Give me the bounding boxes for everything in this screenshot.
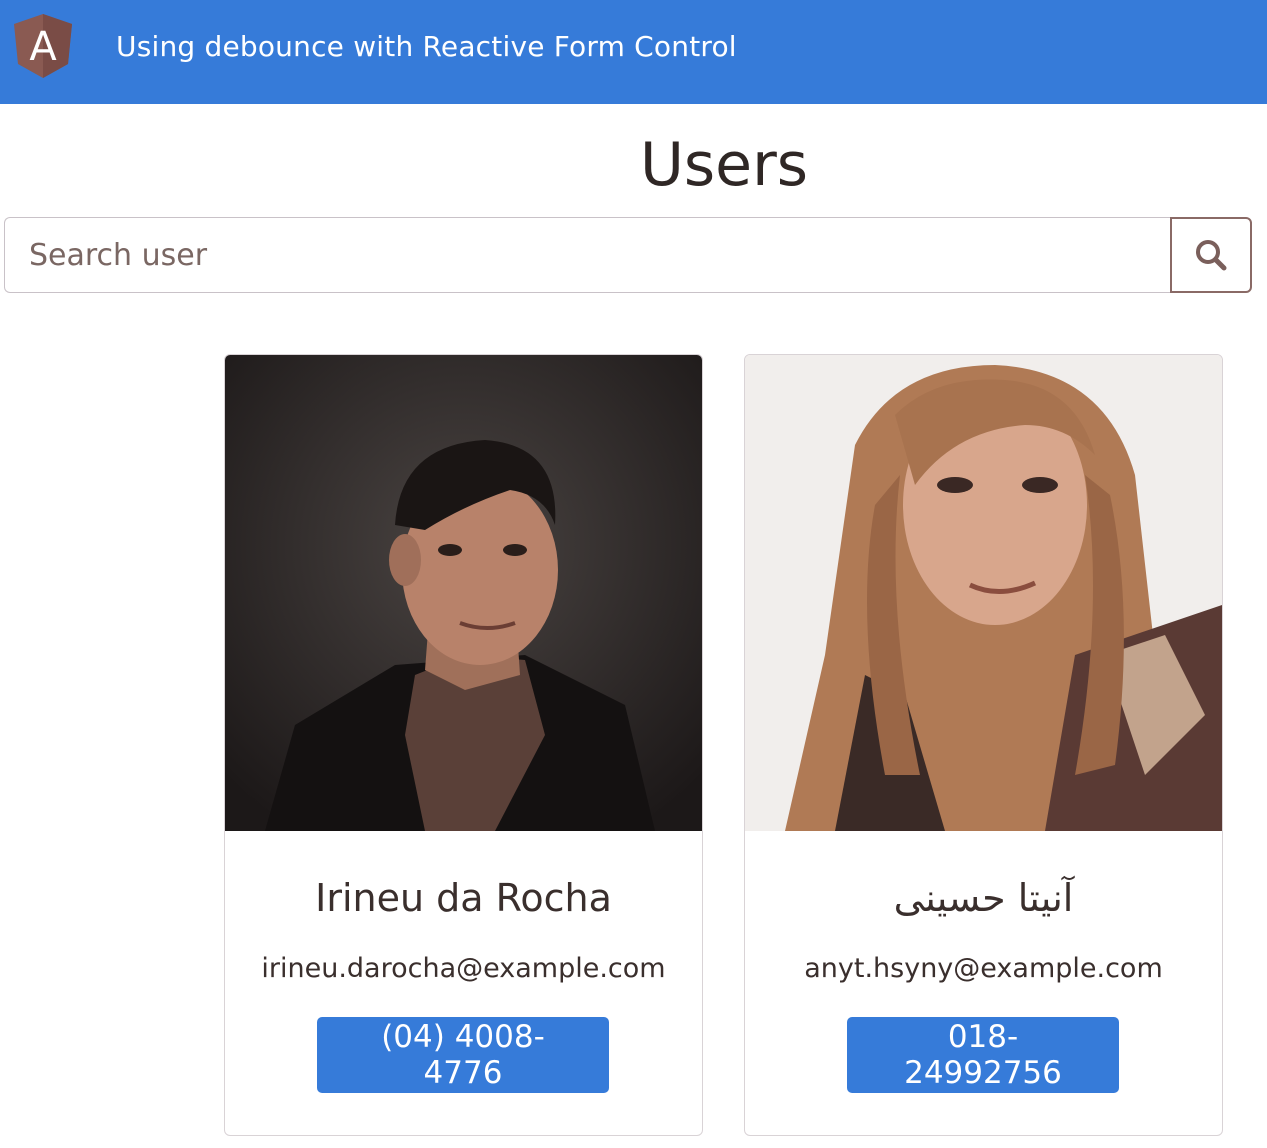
user-name: Irineu da Rocha bbox=[315, 876, 612, 920]
angular-logo-icon[interactable]: A bbox=[12, 12, 74, 80]
search-input[interactable] bbox=[4, 217, 1170, 293]
user-photo bbox=[745, 355, 1222, 831]
search-button[interactable] bbox=[1170, 217, 1252, 293]
user-card: Irineu da Rocha irineu.darocha@example.c… bbox=[224, 354, 703, 1136]
page-title: Users bbox=[639, 130, 809, 200]
user-email[interactable]: irineu.darocha@example.com bbox=[225, 951, 702, 987]
user-card: آنیتا حسینی anyt.hsyny@example.com 018-2… bbox=[744, 354, 1223, 1136]
card-body: Irineu da Rocha irineu.darocha@example.c… bbox=[225, 831, 702, 1135]
phone-button[interactable]: 018-24992756 bbox=[847, 1017, 1119, 1093]
user-photo bbox=[225, 355, 702, 831]
app-title: Using debounce with Reactive Form Contro… bbox=[116, 30, 737, 63]
search-group bbox=[4, 217, 1252, 293]
top-navbar: A Using debounce with Reactive Form Cont… bbox=[0, 0, 1267, 104]
phone-button[interactable]: (04) 4008-4776 bbox=[317, 1017, 609, 1093]
user-email[interactable]: anyt.hsyny@example.com bbox=[745, 951, 1222, 987]
user-name: آنیتا حسینی bbox=[893, 876, 1074, 920]
logo-letter: A bbox=[29, 24, 57, 70]
card-body: آنیتا حسینی anyt.hsyny@example.com 018-2… bbox=[745, 831, 1222, 1135]
search-icon bbox=[1196, 240, 1227, 271]
